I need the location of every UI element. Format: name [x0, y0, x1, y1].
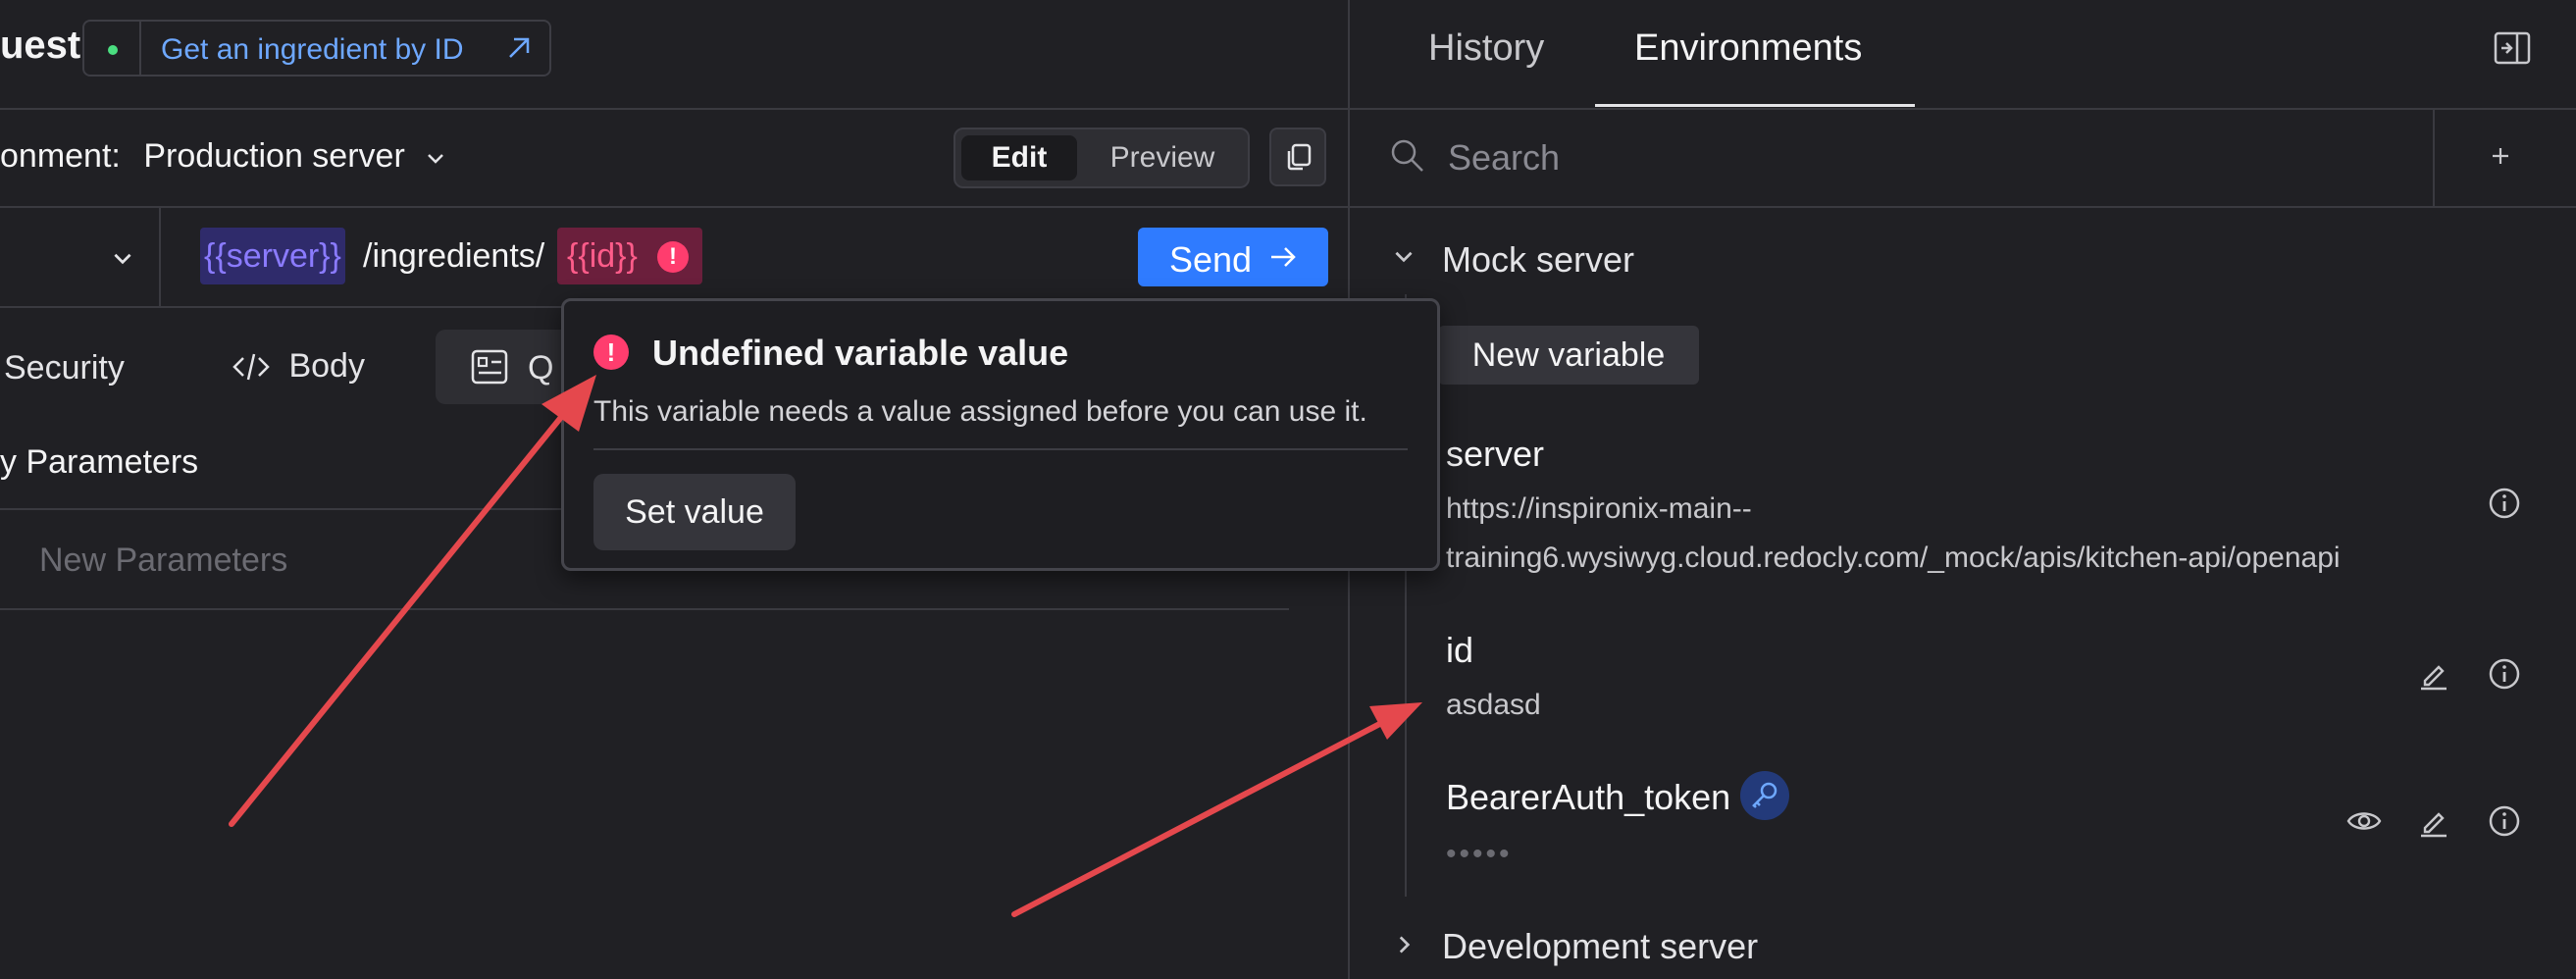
tab-body-label: Body [288, 347, 365, 385]
variable-value-server-line2: training6.wysiwyg.cloud.redocly.com/_moc… [1446, 541, 2341, 574]
eye-icon [2346, 804, 2382, 838]
divider [139, 22, 141, 75]
mock-server-group-title[interactable]: Mock server [1442, 239, 1634, 281]
code-icon [232, 350, 271, 384]
method-select[interactable] [110, 245, 135, 271]
edit-mode-button[interactable]: Edit [961, 135, 1077, 180]
pencil-icon [2417, 657, 2450, 691]
key-icon [1749, 780, 1780, 811]
chevron-down-icon [1391, 243, 1417, 269]
tab-query-label: Q [528, 349, 554, 386]
copy-icon [1283, 141, 1314, 173]
parameters-section-title: y Parameters [0, 443, 199, 481]
new-parameter-input[interactable]: New Parameters [39, 541, 287, 580]
chevron-right-icon [1391, 932, 1417, 957]
divider [2433, 110, 2435, 206]
variable-name-id: id [1446, 630, 1474, 670]
annotation-arrow [229, 375, 596, 827]
secret-key-badge [1740, 771, 1789, 820]
popover-description: This variable needs a value assigned bef… [593, 395, 1367, 428]
active-tab-indicator [1595, 104, 1915, 107]
operation-link[interactable]: Get an ingredient by ID [82, 20, 551, 77]
variable-value-token: ••••• [1446, 838, 1513, 870]
environment-label: onment: [0, 137, 121, 175]
search-input[interactable]: Search [1448, 137, 1560, 179]
token-edit-button[interactable] [2417, 804, 2450, 838]
plus-icon [2488, 143, 2513, 169]
annotation-arrow [1011, 702, 1422, 917]
error-icon: ! [593, 335, 629, 370]
variable-name-token: BearerAuth_token [1446, 777, 1731, 817]
variable-value-server-line1: https://inspironix-main-- [1446, 492, 1752, 525]
id-info-button[interactable] [2488, 657, 2521, 691]
send-button-label: Send [1169, 239, 1253, 280]
set-value-button[interactable]: Set value [593, 474, 796, 550]
tab-security[interactable]: Security [4, 349, 125, 387]
url-server-variable[interactable]: {{server}} [200, 228, 345, 284]
collapse-panel-button[interactable] [2494, 31, 2531, 65]
search-icon [1389, 137, 1426, 175]
id-edit-button[interactable] [2417, 657, 2450, 691]
edit-preview-toggle: Edit Preview [953, 128, 1250, 188]
environment-selector[interactable]: onment: Production server [0, 137, 447, 176]
url-id-variable-label: {{id}} [567, 237, 638, 275]
divider [0, 206, 1348, 208]
sidebar-toggle-icon [2494, 31, 2531, 65]
arrow-right-icon [1267, 241, 1299, 273]
popover-title: Undefined variable value [652, 333, 1069, 373]
environment-value: Production server [143, 137, 405, 175]
tab-body[interactable]: Body [232, 347, 365, 386]
new-variable-button[interactable]: New variable [1438, 326, 1699, 385]
info-icon [2488, 487, 2521, 520]
variable-value-id: asdasd [1446, 689, 1541, 721]
divider [159, 208, 161, 306]
preview-mode-button[interactable]: Preview [1081, 135, 1244, 180]
status-dot [108, 45, 118, 55]
tab-environments[interactable]: Environments [1634, 27, 1862, 70]
error-icon: ! [657, 241, 689, 273]
divider [1348, 108, 2576, 110]
info-icon [2488, 657, 2521, 691]
external-arrow-icon [504, 33, 534, 63]
chevron-down-icon [110, 245, 135, 271]
send-button[interactable]: Send [1138, 228, 1328, 286]
request-title: uest [0, 24, 81, 67]
info-icon [2488, 804, 2521, 838]
url-id-variable[interactable]: {{id}} ! [557, 228, 702, 284]
add-environment-button[interactable] [2488, 143, 2513, 169]
development-server-toggle[interactable] [1391, 932, 1417, 957]
undefined-variable-popover: ! Undefined variable value This variable… [561, 298, 1440, 571]
chevron-down-icon [424, 146, 447, 170]
divider [0, 108, 1348, 110]
divider [1348, 206, 2576, 208]
url-path[interactable]: /ingredients/ [363, 228, 544, 284]
parameters-icon [471, 349, 508, 385]
development-server-group-title[interactable]: Development server [1442, 926, 1758, 967]
token-info-button[interactable] [2488, 804, 2521, 838]
server-info-button[interactable] [2488, 487, 2521, 520]
pencil-icon [2417, 804, 2450, 838]
copy-button[interactable] [1269, 128, 1326, 186]
operation-link-label: Get an ingredient by ID [161, 33, 464, 66]
token-show-button[interactable] [2346, 804, 2382, 838]
mock-server-toggle[interactable] [1391, 243, 1417, 269]
divider [593, 448, 1408, 450]
tab-history[interactable]: History [1428, 27, 1544, 70]
divider [0, 608, 1289, 610]
variable-name-server: server [1446, 434, 1545, 474]
